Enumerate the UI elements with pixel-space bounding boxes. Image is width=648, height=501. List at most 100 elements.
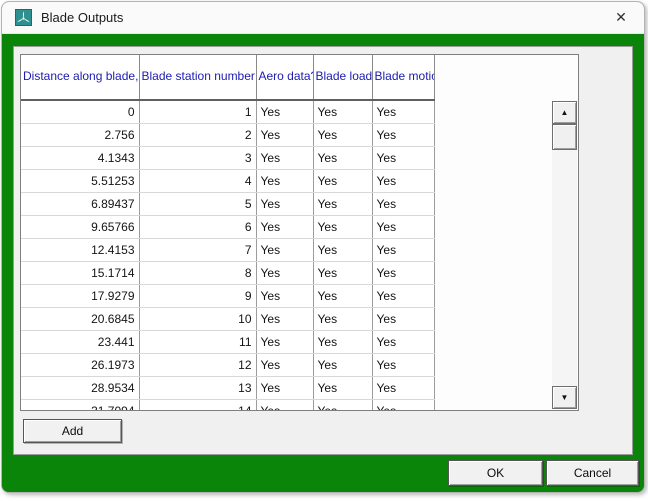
table-cell[interactable]: Yes: [372, 261, 434, 284]
table-cell[interactable]: Yes: [256, 192, 313, 215]
table-row[interactable]: 20.684510YesYesYes: [21, 307, 434, 330]
column-header: Blade loads?: [313, 55, 372, 100]
table-cell[interactable]: 12.4153: [21, 238, 139, 261]
table-cell[interactable]: 26.1973: [21, 353, 139, 376]
table-row[interactable]: 31.709414YesYesYes: [21, 399, 434, 411]
table-cell[interactable]: Yes: [256, 376, 313, 399]
table-row[interactable]: 4.13433YesYesYes: [21, 146, 434, 169]
close-button[interactable]: ✕: [598, 2, 644, 34]
table-cell[interactable]: Yes: [372, 146, 434, 169]
table-cell[interactable]: Yes: [372, 192, 434, 215]
table-cell[interactable]: 9.65766: [21, 215, 139, 238]
table-cell[interactable]: 28.9534: [21, 376, 139, 399]
content-panel: Distance along blade, mBlade station num…: [13, 46, 633, 455]
table-cell[interactable]: Yes: [313, 261, 372, 284]
table-cell[interactable]: 17.9279: [21, 284, 139, 307]
table-cell[interactable]: 4: [139, 169, 256, 192]
table-cell[interactable]: 2: [139, 123, 256, 146]
table-cell[interactable]: 6.89437: [21, 192, 139, 215]
table-cell[interactable]: Yes: [256, 100, 313, 123]
table-cell[interactable]: 0: [21, 100, 139, 123]
table-cell[interactable]: Yes: [313, 353, 372, 376]
table-cell[interactable]: Yes: [256, 123, 313, 146]
table-cell[interactable]: Yes: [313, 169, 372, 192]
table-cell[interactable]: 6: [139, 215, 256, 238]
table-cell[interactable]: 15.1714: [21, 261, 139, 284]
table-cell[interactable]: Yes: [313, 376, 372, 399]
green-frame: Distance along blade, mBlade station num…: [2, 34, 644, 492]
table-cell[interactable]: Yes: [313, 284, 372, 307]
table-cell[interactable]: Yes: [372, 353, 434, 376]
table-cell[interactable]: Yes: [256, 307, 313, 330]
table-row[interactable]: 15.17148YesYesYes: [21, 261, 434, 284]
table-row[interactable]: 2.7562YesYesYes: [21, 123, 434, 146]
table-cell[interactable]: 20.6845: [21, 307, 139, 330]
table-cell[interactable]: 12: [139, 353, 256, 376]
table-cell[interactable]: 13: [139, 376, 256, 399]
table-row[interactable]: 28.953413YesYesYes: [21, 376, 434, 399]
table-cell[interactable]: Yes: [256, 261, 313, 284]
table-cell[interactable]: Yes: [313, 192, 372, 215]
table-cell[interactable]: 7: [139, 238, 256, 261]
table-cell[interactable]: Yes: [372, 399, 434, 411]
table-row[interactable]: 17.92799YesYesYes: [21, 284, 434, 307]
table-cell[interactable]: Yes: [256, 169, 313, 192]
table-cell[interactable]: Yes: [313, 330, 372, 353]
table-cell[interactable]: 31.7094: [21, 399, 139, 411]
scrollbar-thumb[interactable]: [552, 124, 577, 150]
table-row[interactable]: 5.512534YesYesYes: [21, 169, 434, 192]
table-cell[interactable]: 5.51253: [21, 169, 139, 192]
table-cell[interactable]: 14: [139, 399, 256, 411]
blade-outputs-dialog: Blade Outputs ✕ Distance along blade, mB…: [1, 1, 645, 493]
add-button[interactable]: Add: [23, 419, 122, 443]
table-cell[interactable]: 4.1343: [21, 146, 139, 169]
table-cell[interactable]: Yes: [313, 123, 372, 146]
table-cell[interactable]: Yes: [256, 399, 313, 411]
table-row[interactable]: 01YesYesYes: [21, 100, 434, 123]
table-cell[interactable]: 23.441: [21, 330, 139, 353]
table-cell[interactable]: Yes: [372, 169, 434, 192]
table-cell[interactable]: 9: [139, 284, 256, 307]
table-cell[interactable]: 3: [139, 146, 256, 169]
table-cell[interactable]: Yes: [372, 284, 434, 307]
table-cell[interactable]: Yes: [256, 215, 313, 238]
table-cell[interactable]: Yes: [256, 238, 313, 261]
table-cell[interactable]: Yes: [372, 238, 434, 261]
titlebar: Blade Outputs ✕: [2, 2, 644, 34]
table-cell[interactable]: Yes: [313, 399, 372, 411]
table-cell[interactable]: Yes: [372, 330, 434, 353]
table-cell[interactable]: Yes: [313, 307, 372, 330]
wind-turbine-icon: [15, 9, 32, 26]
table-cell[interactable]: Yes: [313, 238, 372, 261]
table-row[interactable]: 26.197312YesYesYes: [21, 353, 434, 376]
table-row[interactable]: 6.894375YesYesYes: [21, 192, 434, 215]
table-cell[interactable]: 8: [139, 261, 256, 284]
ok-button[interactable]: OK: [448, 460, 543, 486]
table-cell[interactable]: Yes: [313, 146, 372, 169]
cancel-button[interactable]: Cancel: [546, 460, 639, 486]
vertical-scrollbar[interactable]: ▲ ▼: [552, 101, 577, 409]
table-cell[interactable]: 10: [139, 307, 256, 330]
table-cell[interactable]: Yes: [372, 376, 434, 399]
table-row[interactable]: 12.41537YesYesYes: [21, 238, 434, 261]
scrollbar-down-icon[interactable]: ▼: [552, 386, 577, 409]
table-row[interactable]: 9.657666YesYesYes: [21, 215, 434, 238]
table-cell[interactable]: Yes: [256, 353, 313, 376]
table-cell[interactable]: Yes: [313, 100, 372, 123]
table-cell[interactable]: Yes: [372, 100, 434, 123]
table-row[interactable]: 23.44111YesYesYes: [21, 330, 434, 353]
table-cell[interactable]: Yes: [372, 215, 434, 238]
table-cell[interactable]: Yes: [256, 330, 313, 353]
table-cell[interactable]: 11: [139, 330, 256, 353]
table-cell[interactable]: Yes: [372, 307, 434, 330]
table-cell[interactable]: Yes: [313, 215, 372, 238]
table-cell[interactable]: 2.756: [21, 123, 139, 146]
column-header: Blade motion?: [372, 55, 434, 100]
scrollbar-up-icon[interactable]: ▲: [552, 101, 577, 124]
window-title: Blade Outputs: [41, 10, 123, 25]
table-cell[interactable]: Yes: [256, 284, 313, 307]
table-cell[interactable]: Yes: [256, 146, 313, 169]
table-cell[interactable]: 5: [139, 192, 256, 215]
table-cell[interactable]: 1: [139, 100, 256, 123]
table-cell[interactable]: Yes: [372, 123, 434, 146]
